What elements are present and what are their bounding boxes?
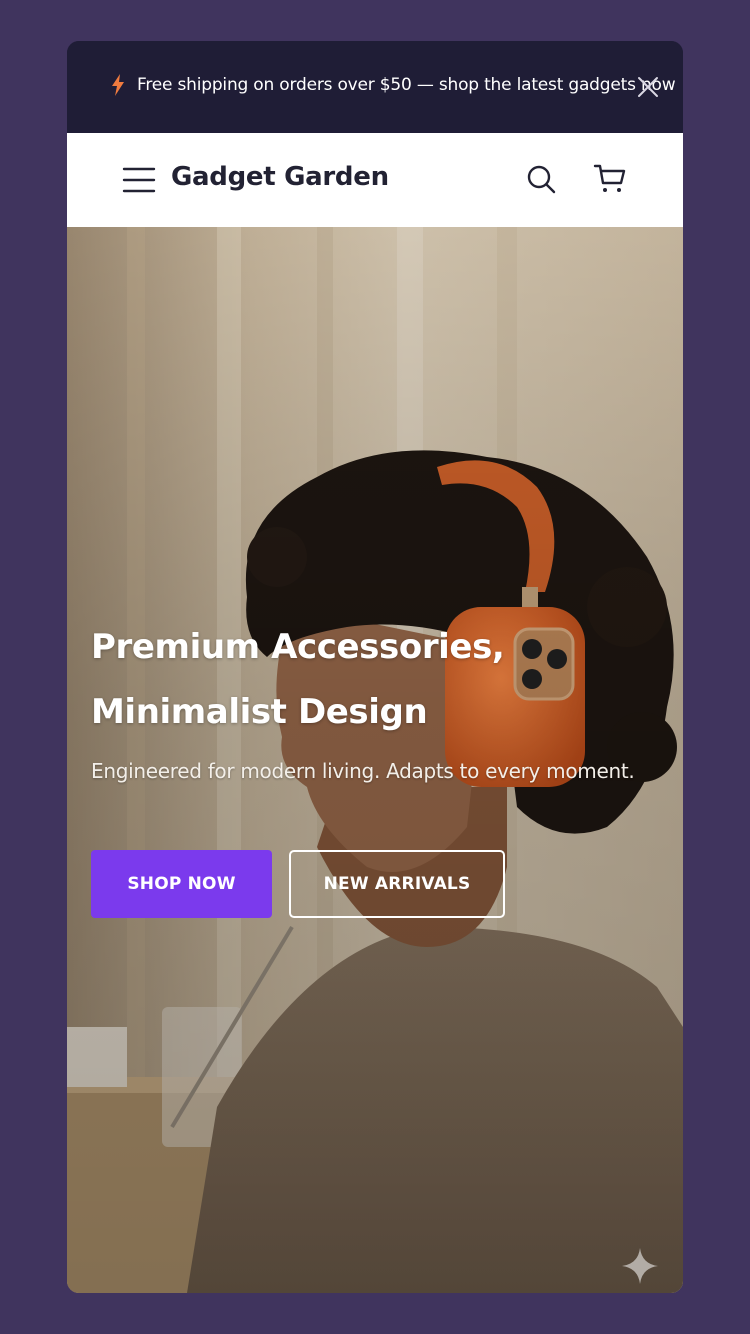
hero-title-line-1: Premium Accessories, bbox=[91, 627, 505, 667]
new-arrivals-button[interactable]: NEW ARRIVALS bbox=[289, 850, 505, 918]
phone-frame: Free shipping on orders over $50 — shop … bbox=[67, 41, 683, 1293]
hamburger-menu-icon[interactable] bbox=[122, 166, 156, 194]
announcement-bar: Free shipping on orders over $50 — shop … bbox=[67, 41, 683, 133]
close-icon[interactable] bbox=[637, 76, 659, 98]
cart-icon[interactable] bbox=[593, 161, 627, 195]
announcement-text: Free shipping on orders over $50 — shop … bbox=[137, 75, 676, 95]
search-icon[interactable] bbox=[525, 163, 557, 195]
brand-logo[interactable]: Gadget Garden bbox=[171, 162, 389, 192]
sparkle-icon bbox=[622, 1248, 658, 1284]
shop-now-button[interactable]: SHOP NOW bbox=[91, 850, 272, 918]
hero-title: Premium Accessories, Minimalist Design bbox=[91, 615, 651, 745]
hero-title-line-2: Minimalist Design bbox=[91, 692, 428, 732]
hero-subtitle: Engineered for modern living. Adapts to … bbox=[91, 759, 635, 783]
hero-banner: Premium Accessories, Minimalist Design E… bbox=[67, 227, 683, 1293]
lightning-bolt-icon bbox=[112, 74, 124, 96]
site-header: Gadget Garden bbox=[67, 133, 683, 227]
